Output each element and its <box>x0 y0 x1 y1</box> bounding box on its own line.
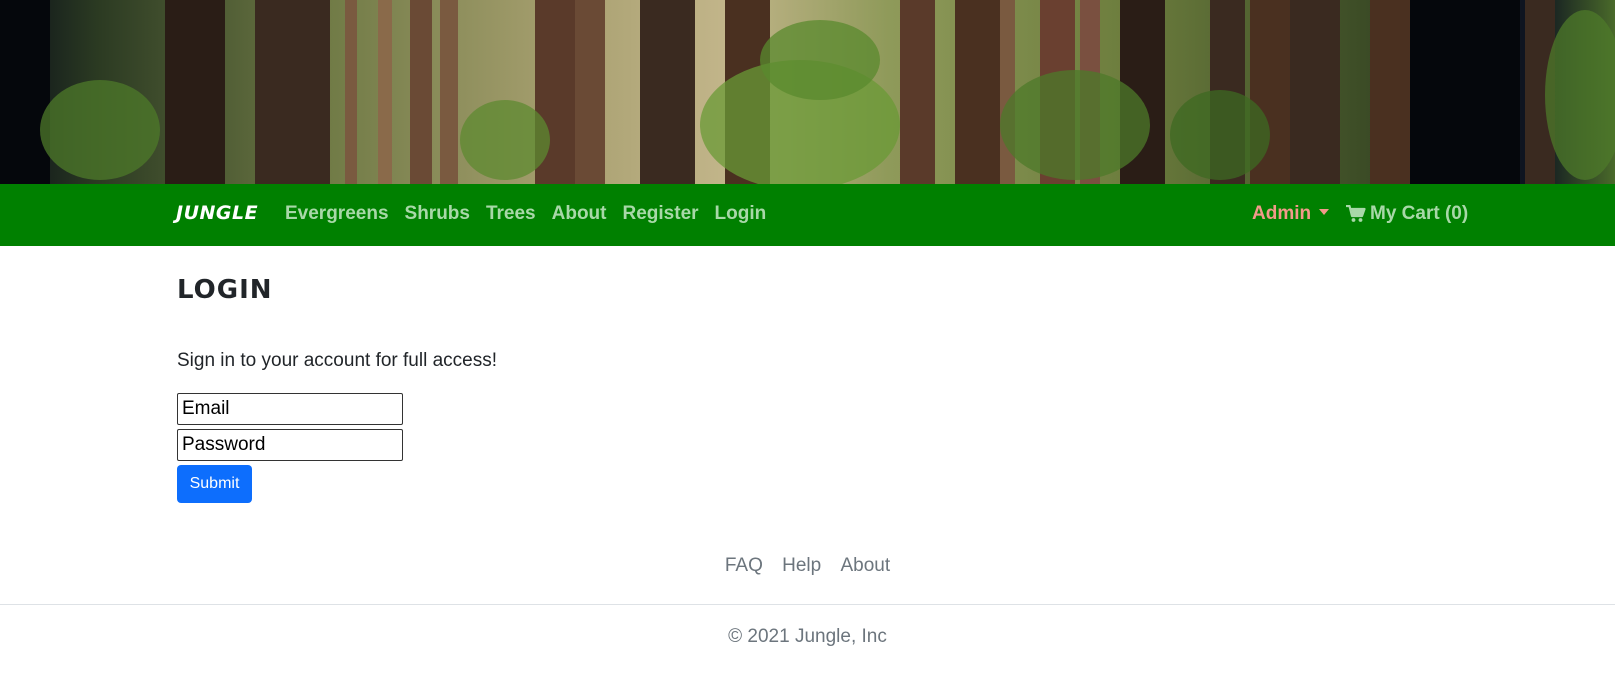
admin-label: Admin <box>1252 203 1312 224</box>
footer-link-help[interactable]: Help <box>782 555 821 576</box>
admin-dropdown[interactable]: Admin <box>1252 203 1330 225</box>
nav-link-login[interactable]: Login <box>715 203 767 225</box>
email-field[interactable] <box>177 393 403 425</box>
nav-link-shrubs[interactable]: Shrubs <box>405 203 470 225</box>
nav-link-evergreens[interactable]: Evergreens <box>285 203 389 225</box>
page-title: LOGIN <box>177 275 273 305</box>
login-intro-text: Sign in to your account for full access! <box>177 350 497 371</box>
footer-link-faq[interactable]: FAQ <box>725 555 763 576</box>
cart-label: My Cart (0) <box>1370 203 1469 224</box>
nav-link-register[interactable]: Register <box>623 203 699 225</box>
top-navbar: JUNGLE Evergreens Shrubs Trees About Reg… <box>0 184 1615 246</box>
copyright-text: © 2021 Jungle, Inc <box>728 626 887 647</box>
footer-divider <box>0 604 1615 605</box>
nav-link-trees[interactable]: Trees <box>486 203 536 225</box>
shopping-cart-icon <box>1346 205 1366 222</box>
nav-link-about[interactable]: About <box>552 203 607 225</box>
nav-links: Evergreens Shrubs Trees About Register L… <box>285 203 782 225</box>
footer-links: FAQ Help About <box>0 555 1615 577</box>
submit-button[interactable]: Submit <box>177 465 252 503</box>
footer-link-about[interactable]: About <box>841 555 891 576</box>
caret-down-icon <box>1319 209 1330 215</box>
password-field[interactable] <box>177 429 403 461</box>
hero-forest-image <box>0 0 1615 184</box>
my-cart-link[interactable]: My Cart (0) <box>1346 203 1468 225</box>
brand-logo[interactable]: JUNGLE <box>176 202 258 224</box>
